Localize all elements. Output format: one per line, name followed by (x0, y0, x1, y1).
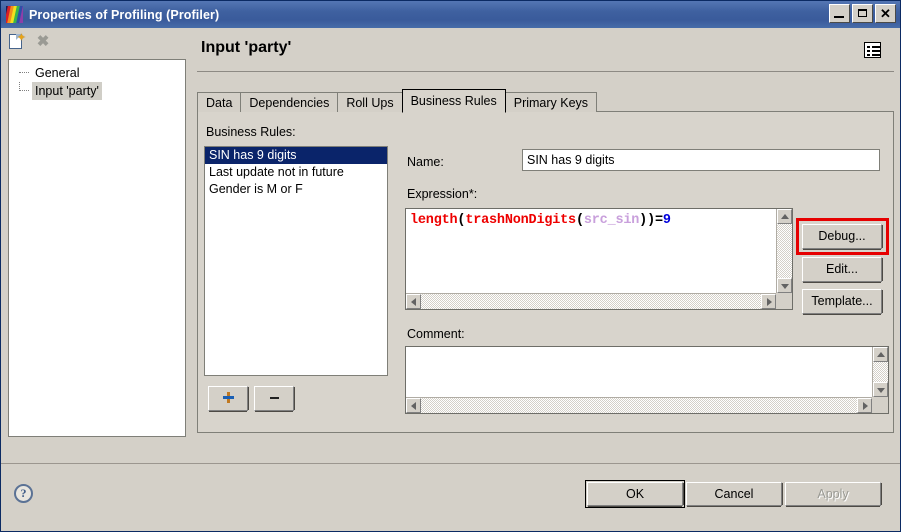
tab-primary-keys[interactable]: Primary Keys (505, 92, 597, 112)
business-rules-list[interactable]: SIN has 9 digits Last update not in futu… (204, 146, 388, 376)
window-title: Properties of Profiling (Profiler) (29, 8, 219, 22)
tab-label: Data (206, 96, 232, 110)
tree-item-input-party[interactable]: Input 'party' (9, 82, 185, 100)
window-controls: ✕ (829, 4, 896, 23)
expression-horizontal-scrollbar[interactable] (406, 293, 776, 309)
template-button-label: Template... (811, 294, 872, 308)
properties-dialog: Properties of Profiling (Profiler) ✕ ✦ ✖… (0, 0, 901, 532)
help-icon[interactable]: ? (14, 484, 33, 503)
template-button[interactable]: Template... (802, 289, 882, 314)
tab-label: Roll Ups (346, 96, 393, 110)
list-item-label: Gender is M or F (209, 182, 303, 196)
cancel-button[interactable]: Cancel (686, 482, 782, 506)
expression-token: ))= (639, 213, 663, 228)
tree-item-general[interactable]: General (9, 64, 185, 82)
business-rules-label: Business Rules: (206, 125, 296, 139)
scroll-left-button[interactable] (406, 398, 421, 413)
scrollbar-corner (872, 397, 888, 413)
footer-divider (1, 463, 900, 464)
prism-icon (6, 6, 23, 23)
tree-item-label: General (35, 64, 79, 82)
outline-view-icon[interactable] (864, 42, 881, 58)
scroll-left-button[interactable] (406, 294, 421, 309)
scroll-right-button[interactable] (857, 398, 872, 413)
title-bar[interactable]: Properties of Profiling (Profiler) ✕ (1, 1, 900, 28)
tab-label: Business Rules (411, 94, 497, 108)
scroll-down-button[interactable] (873, 382, 888, 397)
tab-business-rules[interactable]: Business Rules (402, 89, 506, 113)
comment-vertical-scrollbar[interactable] (872, 347, 888, 397)
header-divider (197, 71, 894, 72)
name-input[interactable]: SIN has 9 digits (522, 149, 880, 171)
list-item[interactable]: Gender is M or F (205, 181, 387, 198)
close-button[interactable]: ✕ (875, 4, 896, 23)
expression-text: length(trashNonDigits(src_sin))=9 (410, 213, 671, 228)
toolbar: ✦ ✖ (1, 28, 900, 55)
tab-label: Primary Keys (514, 96, 588, 110)
comment-horizontal-scrollbar[interactable] (406, 397, 872, 413)
comment-label: Comment: (407, 327, 465, 341)
apply-button-label: Apply (817, 487, 848, 501)
scroll-up-button[interactable] (873, 347, 888, 362)
plus-icon (223, 392, 234, 403)
minimize-button[interactable] (829, 4, 850, 23)
tab-strip: Data Dependencies Roll Ups Business Rule… (197, 89, 596, 112)
maximize-button[interactable] (852, 4, 873, 23)
expression-token: src_sin (584, 213, 639, 228)
cancel-button-label: Cancel (715, 487, 754, 501)
tree-item-label: Input 'party' (32, 82, 102, 100)
debug-button-label: Debug... (818, 229, 865, 243)
expression-token: ( (576, 213, 584, 228)
tab-data[interactable]: Data (197, 92, 241, 112)
expression-vertical-scrollbar[interactable] (776, 209, 792, 293)
scroll-down-button[interactable] (777, 278, 792, 293)
minus-icon (270, 397, 279, 399)
remove-rule-button[interactable] (254, 386, 294, 411)
tab-label: Dependencies (249, 96, 329, 110)
expression-token: 9 (663, 213, 671, 228)
close-icon: ✕ (876, 5, 895, 22)
scrollbar-corner (776, 293, 792, 309)
expression-label: Expression*: (407, 187, 477, 201)
name-label: Name: (407, 155, 444, 169)
apply-button: Apply (785, 482, 881, 506)
expression-token: length (410, 213, 457, 228)
edit-button-label: Edit... (826, 262, 858, 276)
scroll-right-button[interactable] (761, 294, 776, 309)
tab-roll-ups[interactable]: Roll Ups (337, 92, 402, 112)
ok-button[interactable]: OK (587, 482, 683, 506)
tab-dependencies[interactable]: Dependencies (240, 92, 338, 112)
ok-button-label: OK (626, 487, 644, 501)
expression-editor[interactable]: length(trashNonDigits(src_sin))=9 (405, 208, 793, 310)
delete-icon: ✖ (33, 32, 53, 52)
add-rule-button[interactable] (208, 386, 248, 411)
new-page-icon[interactable]: ✦ (7, 32, 27, 52)
expression-token: trashNonDigits (465, 213, 576, 228)
navigation-tree[interactable]: General Input 'party' (8, 59, 186, 437)
list-item[interactable]: SIN has 9 digits (205, 147, 387, 164)
debug-button[interactable]: Debug... (802, 224, 882, 249)
scroll-up-button[interactable] (777, 209, 792, 224)
list-item-label: Last update not in future (209, 165, 344, 179)
edit-button[interactable]: Edit... (802, 257, 882, 282)
list-item-label: SIN has 9 digits (209, 148, 297, 162)
list-item[interactable]: Last update not in future (205, 164, 387, 181)
page-title: Input 'party' (201, 39, 291, 57)
comment-textarea[interactable] (405, 346, 889, 414)
